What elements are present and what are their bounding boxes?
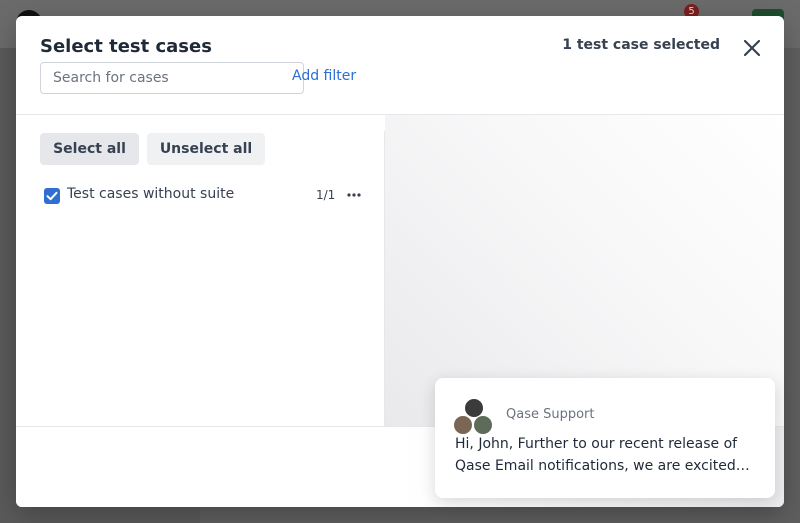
suite-name: Test cases without suite — [67, 186, 235, 202]
chat-message: Hi, John, Further to our recent release … — [455, 436, 738, 474]
suite-count: 1/1 — [316, 188, 336, 202]
chat-sender: Qase Support — [506, 407, 595, 422]
suite-row[interactable]: Test cases without suite 1/1 — [40, 183, 368, 209]
suite-menu-button[interactable] — [346, 187, 362, 203]
add-filter-link[interactable]: Add filter — [292, 68, 356, 84]
unselect-all-button[interactable]: Unselect all — [147, 133, 265, 165]
avatar — [453, 415, 473, 435]
select-all-button[interactable]: Select all — [40, 133, 139, 165]
selected-count: 1 test case selected — [562, 37, 720, 53]
support-chat-popup[interactable]: Qase Support Hi, John, Further to our re… — [435, 378, 775, 498]
suites-panel: Select all Unselect all Test cases witho… — [16, 131, 385, 426]
checkmark-icon — [46, 191, 58, 201]
avatar — [473, 415, 493, 435]
close-icon — [743, 39, 761, 57]
search-input[interactable] — [40, 62, 304, 94]
close-button[interactable] — [740, 36, 764, 60]
suite-checkbox[interactable] — [44, 188, 60, 204]
modal-header: Select test cases Add filter 1 test case… — [16, 16, 784, 115]
more-horizontal-icon — [347, 193, 361, 197]
modal-title: Select test cases — [40, 36, 212, 57]
support-avatars — [453, 398, 493, 438]
